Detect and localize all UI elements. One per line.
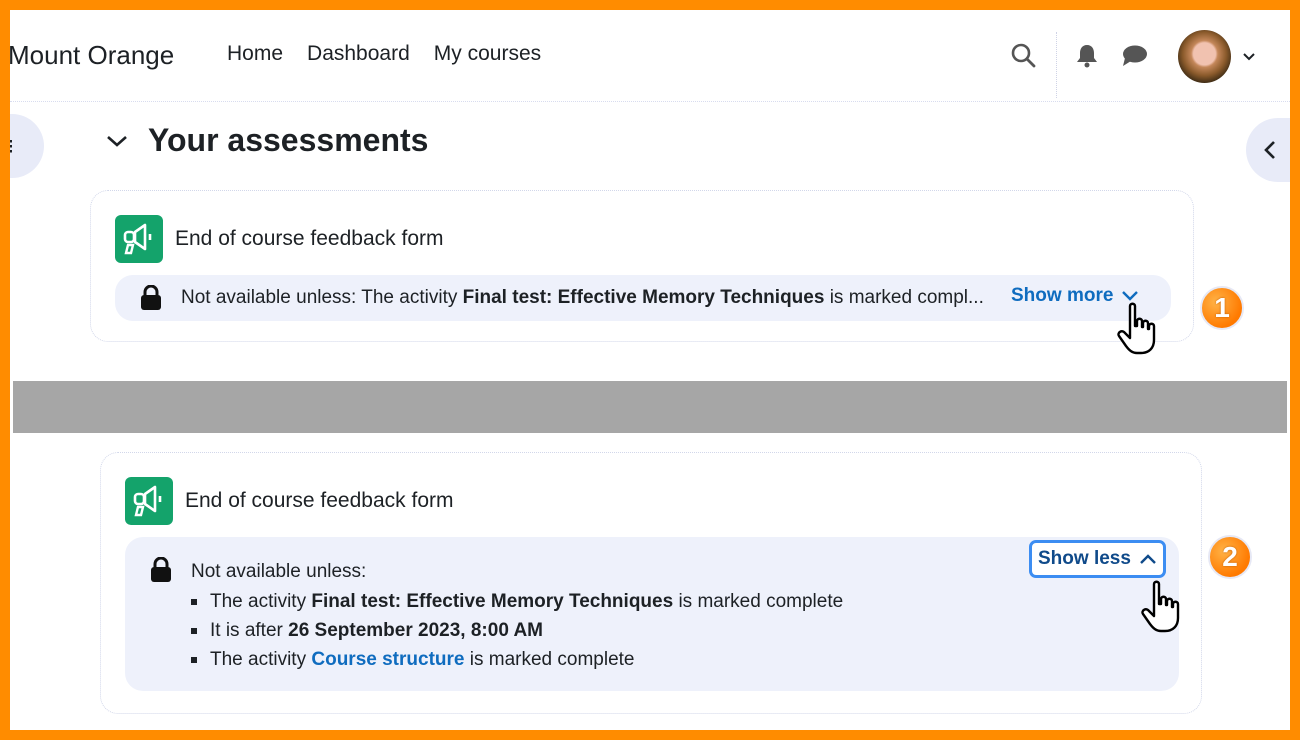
section-title: Your assessments: [148, 122, 429, 158]
user-avatar[interactable]: [1178, 30, 1231, 83]
messages-button[interactable]: [1118, 42, 1150, 70]
step-badge: 1: [1200, 286, 1244, 330]
show-less-label: Show less: [1038, 548, 1131, 569]
chevron-down-icon: [1243, 53, 1255, 61]
bell-icon: [1077, 45, 1097, 68]
restriction-lead: Not available unless:: [191, 561, 367, 582]
restriction-prefix: Not available unless: The activity: [181, 287, 463, 308]
site-brand[interactable]: Mount Orange: [10, 40, 174, 71]
lock-icon: [141, 285, 161, 310]
condition-item: The activity Final test: Effective Memor…: [191, 587, 843, 616]
user-menu-toggle[interactable]: [1241, 50, 1257, 62]
notifications-button[interactable]: [1073, 42, 1101, 70]
bullet: [191, 627, 197, 634]
search-button[interactable]: [1008, 40, 1038, 70]
show-less-button[interactable]: Show less: [1029, 540, 1166, 578]
activity-header: End of course feedback form: [125, 477, 453, 525]
block-drawer-toggle[interactable]: [1246, 118, 1290, 182]
restriction-box: Not available unless: The activity Final…: [125, 537, 1179, 691]
hand-cursor-icon: [1141, 580, 1180, 633]
lock-icon: [151, 557, 171, 582]
course-index-toggle[interactable]: [10, 114, 44, 178]
primary-nav: Home Dashboard My courses: [227, 42, 541, 66]
condition-text: is marked complete: [464, 649, 635, 670]
chat-icon: [1123, 45, 1147, 66]
condition-text: The activity: [210, 649, 312, 670]
activity-card: End of course feedback form Not availabl…: [100, 452, 1202, 714]
restriction-suffix: is marked compl...: [824, 287, 984, 308]
chevron-down-icon: [1122, 291, 1139, 301]
section-header: Your assessments: [104, 122, 428, 159]
chevron-up-icon: [1140, 554, 1156, 564]
megaphone-icon: [115, 215, 163, 263]
step-badge: 2: [1208, 535, 1252, 579]
nav-home[interactable]: Home: [227, 42, 283, 66]
condition-item: It is after 26 September 2023, 8:00 AM: [191, 616, 843, 645]
bullet: [191, 598, 197, 605]
nav-my-courses[interactable]: My courses: [434, 42, 541, 66]
condition-item: The activity Course structure is marked …: [191, 645, 843, 674]
search-icon: [1011, 43, 1036, 68]
activity-name-link[interactable]: End of course feedback form: [185, 489, 453, 513]
chevron-down-icon: [107, 135, 127, 147]
chevron-left-icon: [1264, 141, 1275, 159]
navbar: Mount Orange Home Dashboard My courses: [10, 10, 1290, 102]
screenshot-separator: [13, 381, 1287, 433]
condition-activity: Final test: Effective Memory Techniques: [311, 591, 674, 612]
restriction-box: Not available unless: The activity Final…: [115, 275, 1171, 321]
page-frame: Mount Orange Home Dashboard My courses Y…: [10, 10, 1290, 730]
condition-text: The activity: [210, 591, 312, 612]
section-collapse-button[interactable]: [104, 128, 130, 154]
megaphone-icon: [125, 477, 173, 525]
restriction-conditions: The activity Final test: Effective Memor…: [191, 587, 843, 674]
restriction-summary: Not available unless: The activity Final…: [181, 287, 984, 309]
menu-icon: [10, 140, 12, 153]
nav-divider: [1056, 32, 1058, 98]
course-structure-link[interactable]: Course structure: [311, 645, 464, 674]
condition-text: is marked complete: [673, 591, 844, 612]
activity-card: End of course feedback form Not availabl…: [90, 190, 1194, 342]
condition-text: It is after: [210, 620, 289, 641]
activity-header: End of course feedback form: [115, 215, 443, 263]
bullet: [191, 656, 197, 663]
show-more-label: Show more: [1011, 285, 1114, 306]
restriction-activity: Final test: Effective Memory Techniques: [462, 287, 825, 308]
condition-date: 26 September 2023, 8:00 AM: [288, 620, 544, 641]
hand-cursor-icon: [1117, 302, 1156, 355]
nav-dashboard[interactable]: Dashboard: [307, 42, 410, 66]
activity-name-link[interactable]: End of course feedback form: [175, 227, 443, 251]
